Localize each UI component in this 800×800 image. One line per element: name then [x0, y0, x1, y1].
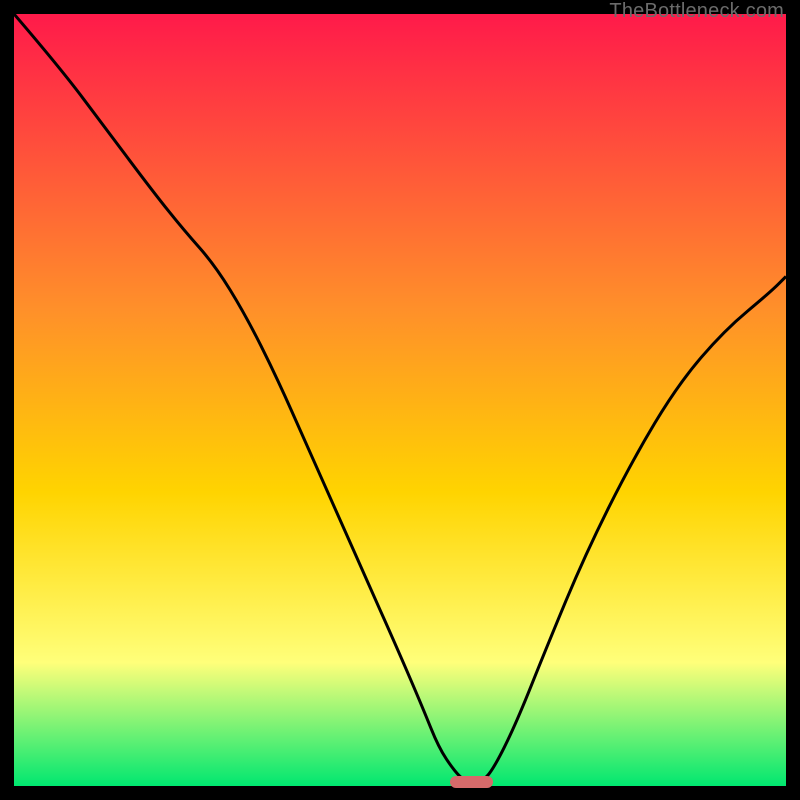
watermark-text: TheBottleneck.com — [609, 0, 784, 23]
bottleneck-optimum-marker — [450, 776, 492, 788]
bottleneck-chart — [14, 14, 786, 786]
